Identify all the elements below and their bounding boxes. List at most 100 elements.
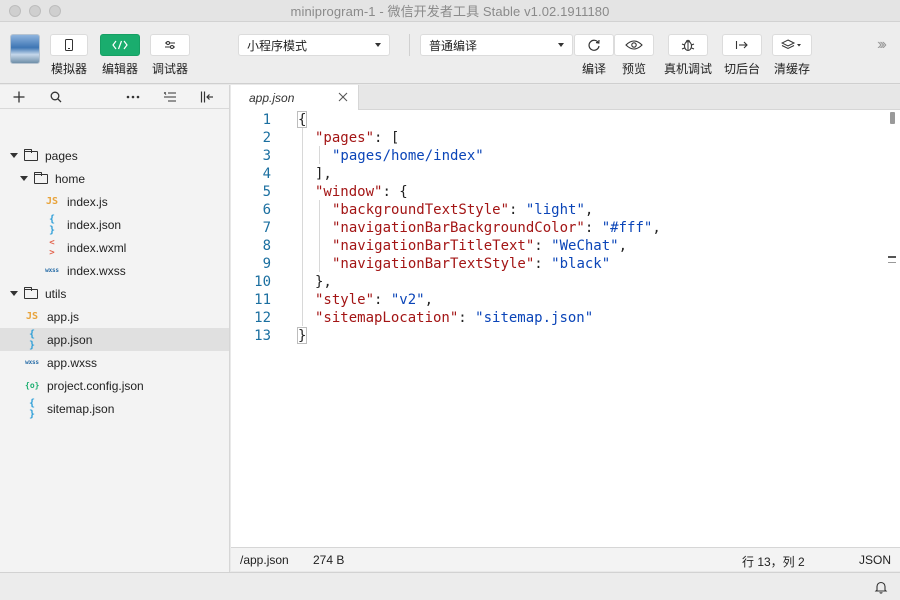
tree-file-index-wxml[interactable]: < > index.wxml xyxy=(0,236,229,259)
tree-item-label: index.json xyxy=(67,217,122,232)
title-bar: miniprogram-1 - 微信开发者工具 Stable v1.02.191… xyxy=(0,0,900,22)
clear-cache-button[interactable]: 清缓存 xyxy=(772,34,812,77)
bottom-bar xyxy=(0,572,900,600)
tree-file-index-wxss[interactable]: wxss index.wxss xyxy=(0,259,229,282)
simulator-toggle-button[interactable]: 模拟器 xyxy=(50,34,88,77)
tree-item-label: home xyxy=(55,171,86,186)
code-line: "sitemapLocation": "sitemap.json" xyxy=(315,310,594,326)
compile-mode-value: 普通编译 xyxy=(429,38,478,53)
more-icon[interactable] xyxy=(125,89,141,105)
scrollbar-thumb[interactable] xyxy=(890,112,895,124)
status-language-mode[interactable]: JSON xyxy=(859,553,891,567)
minimize-window-button[interactable] xyxy=(29,5,41,17)
tree-file-sitemap-json[interactable]: { } sitemap.json xyxy=(0,397,229,420)
mode-select-value: 小程序模式 xyxy=(247,38,308,53)
code-line: "navigationBarBackgroundColor": "#fff", xyxy=(332,220,661,236)
editor-toggle-button[interactable]: 编辑器 xyxy=(100,34,140,77)
close-window-button[interactable] xyxy=(9,5,21,17)
tree-item-label: app.js xyxy=(47,309,80,324)
tree-folder-home[interactable]: home xyxy=(0,167,229,190)
code-icon xyxy=(100,34,140,56)
line-number: 4 xyxy=(262,166,271,182)
zoom-window-button[interactable] xyxy=(49,5,61,17)
tree-folder-pages[interactable]: pages xyxy=(0,144,229,167)
tab-app-json[interactable]: app.json xyxy=(231,85,359,110)
tree-file-project-config[interactable]: {o} project.config.json xyxy=(0,374,229,397)
tree-item-label: index.wxss xyxy=(67,263,126,278)
javascript-file-icon: JS xyxy=(25,311,39,322)
tree-folder-utils[interactable]: utils xyxy=(0,282,229,305)
line-number: 3 xyxy=(262,148,271,164)
window-title: miniprogram-1 - 微信开发者工具 Stable v1.02.191… xyxy=(290,4,610,19)
chevron-down-icon[interactable] xyxy=(20,176,28,181)
line-number: 10 xyxy=(254,274,271,290)
code-line: "style": "v2", xyxy=(315,292,434,308)
editor-label: 编辑器 xyxy=(101,62,138,76)
toolbar-divider xyxy=(409,34,410,56)
editor-tab-bar: app.json xyxy=(231,85,900,110)
collapse-sidebar-icon[interactable] xyxy=(199,89,215,105)
chevron-down-icon[interactable] xyxy=(10,291,18,296)
debugger-label: 调试器 xyxy=(151,62,188,76)
line-number: 6 xyxy=(262,202,271,218)
explorer-toolbar xyxy=(0,85,229,109)
folder-icon xyxy=(34,171,48,184)
status-file-size: 274 B xyxy=(313,553,345,567)
line-number: 5 xyxy=(262,184,271,200)
wxss-file-icon: wxss xyxy=(25,359,39,366)
search-icon[interactable] xyxy=(48,89,64,105)
tree-file-app-json[interactable]: { } app.json xyxy=(0,328,229,351)
compile-label: 编译 xyxy=(581,62,606,76)
bug-icon xyxy=(668,34,708,56)
compile-mode-select[interactable]: 普通编译 xyxy=(420,34,573,56)
code-line: { xyxy=(298,112,307,128)
status-cursor-position[interactable]: 行 13，列 2 xyxy=(742,553,805,570)
switch-background-label: 切后台 xyxy=(723,62,760,76)
layers-icon xyxy=(772,34,812,56)
sliders-icon xyxy=(150,34,190,56)
tree-file-app-wxss[interactable]: wxss app.wxss xyxy=(0,351,229,374)
tree-item-label: pages xyxy=(45,148,78,163)
chevron-down-icon[interactable] xyxy=(10,153,18,158)
editor-scrollbar[interactable] xyxy=(888,110,896,547)
device-debug-label: 真机调试 xyxy=(664,62,713,76)
json-file-icon: { } xyxy=(28,328,36,351)
json-file-icon: { } xyxy=(48,213,56,236)
line-number: 7 xyxy=(262,220,271,236)
collapse-all-icon[interactable] xyxy=(162,89,178,105)
phone-icon xyxy=(50,34,88,56)
tree-item-label: utils xyxy=(45,286,67,301)
switch-background-button[interactable]: 切后台 xyxy=(722,34,762,77)
line-number: 12 xyxy=(254,310,271,326)
debugger-toggle-button[interactable]: 调试器 xyxy=(150,34,190,77)
bell-icon[interactable] xyxy=(874,580,888,597)
close-icon[interactable] xyxy=(338,90,348,104)
code-line: "backgroundTextStyle": "light", xyxy=(332,202,594,218)
compile-button[interactable]: 编译 xyxy=(574,34,614,77)
tree-file-index-json[interactable]: { } index.json xyxy=(0,213,229,236)
folder-icon xyxy=(24,148,38,161)
plus-icon[interactable] xyxy=(11,89,27,105)
double-chevron-right-icon[interactable]: ››› xyxy=(877,36,887,54)
line-number: 2 xyxy=(262,130,271,146)
mode-select[interactable]: 小程序模式 xyxy=(238,34,390,56)
code-line: "pages": [ xyxy=(315,130,400,146)
code-line: ], xyxy=(315,166,332,182)
tree-item-label: index.js xyxy=(67,194,108,209)
indent-guide xyxy=(319,146,320,164)
avatar[interactable] xyxy=(10,34,40,64)
json-file-icon: { } xyxy=(28,397,36,420)
device-debug-button[interactable]: 真机调试 xyxy=(664,34,712,77)
refresh-icon xyxy=(574,34,614,56)
wxml-file-icon: < > xyxy=(49,237,55,258)
arrow-right-bar-icon xyxy=(722,34,762,56)
preview-button[interactable]: 预览 xyxy=(614,34,654,77)
cursor-position-marker xyxy=(888,256,896,258)
tree-file-app-js[interactable]: JS app.js xyxy=(0,305,229,328)
preview-label: 预览 xyxy=(621,62,646,76)
status-file-path: /app.json xyxy=(240,553,289,567)
tree-file-index-js[interactable]: JS index.js xyxy=(0,190,229,213)
line-number: 1 xyxy=(262,112,271,128)
code-editor[interactable]: 1 2 3 4 5 6 7 8 9 10 11 12 13 { "pages":… xyxy=(231,110,900,547)
tree-item-label: app.wxss xyxy=(47,355,98,370)
